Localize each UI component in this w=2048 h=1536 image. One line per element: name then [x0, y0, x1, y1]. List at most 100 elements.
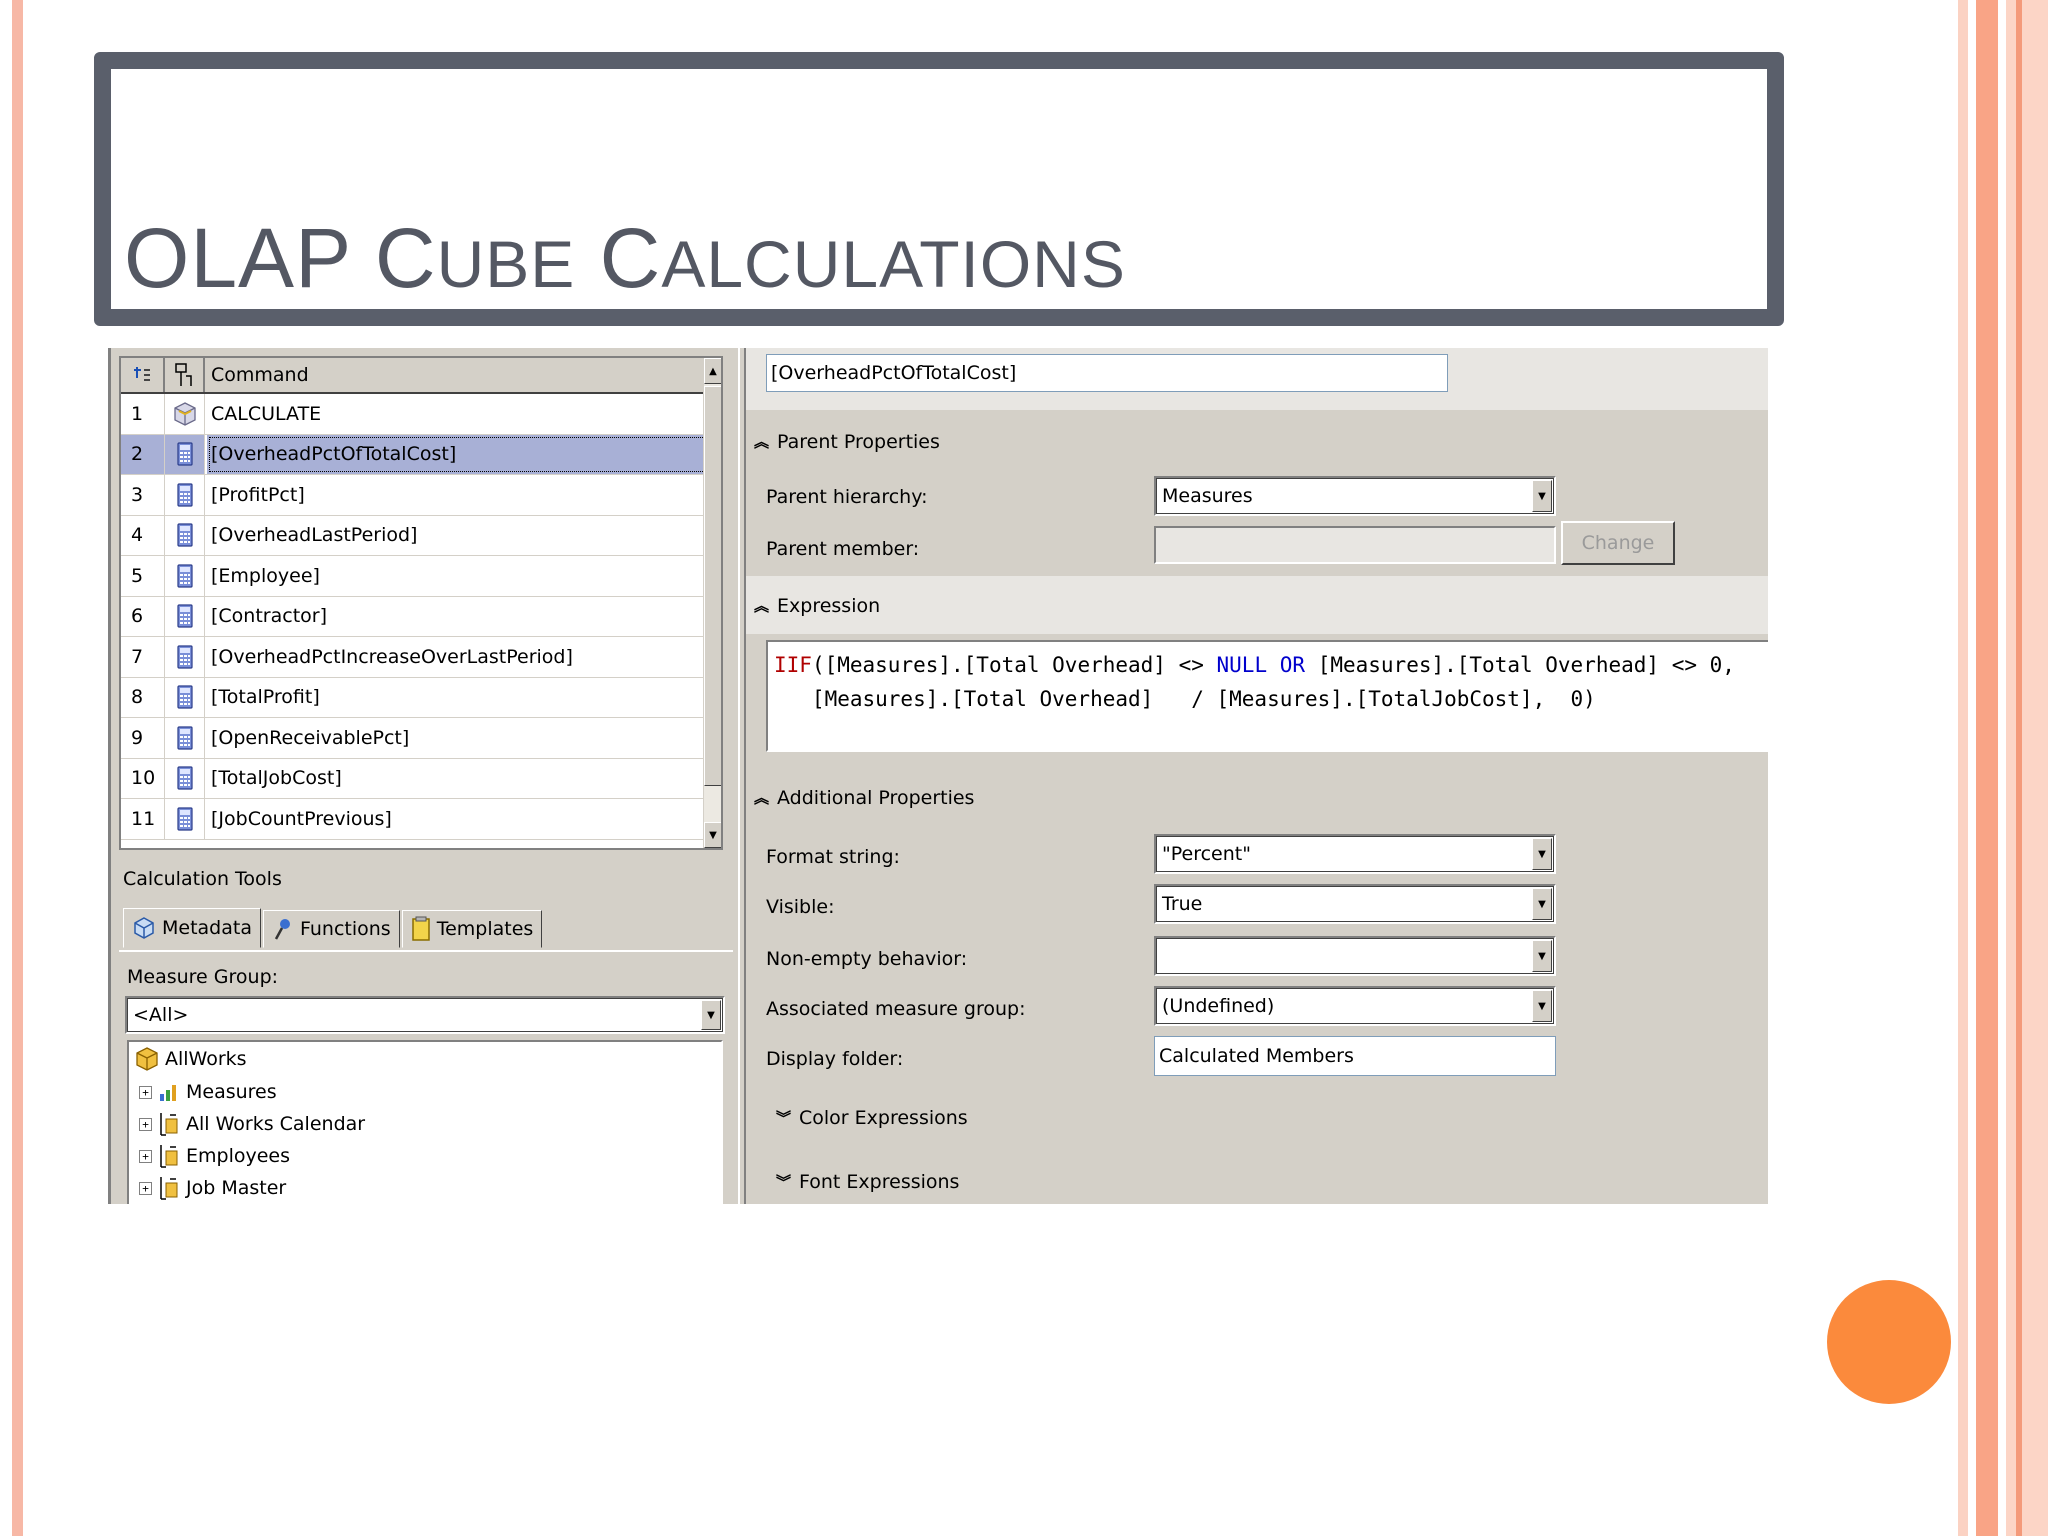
visible-select[interactable]: True ▼: [1154, 884, 1556, 924]
command-column-header[interactable]: Command: [205, 358, 707, 392]
scroll-down-button[interactable]: ▼: [704, 822, 721, 848]
command-cell: [ProfitPct]: [211, 483, 305, 506]
table-row[interactable]: 9 [OpenReceivablePct]: [121, 718, 707, 759]
calculation-name-input[interactable]: [OverheadPctOfTotalCost]: [766, 354, 1448, 392]
dimension-icon: [160, 1145, 178, 1168]
expand-icon[interactable]: +: [139, 1117, 152, 1131]
dimension-icon: [160, 1177, 178, 1200]
visible-label: Visible:: [766, 896, 835, 918]
tree-root[interactable]: AllWorks: [135, 1044, 247, 1074]
tab-label: Functions: [299, 918, 391, 940]
parent-member-label: Parent member:: [766, 538, 920, 560]
associated-measure-group-label: Associated measure group:: [766, 998, 1026, 1020]
format-string-select[interactable]: "Percent" ▼: [1154, 834, 1556, 874]
parent-properties-header[interactable]: ︽ Parent Properties: [746, 416, 1768, 468]
slide-title: OLAP CUBE CALCULATIONS: [124, 211, 1126, 305]
tab-metadata[interactable]: Metadata: [123, 908, 261, 948]
tree-item-job-master[interactable]: + Job Master: [139, 1173, 286, 1203]
expand-icon[interactable]: +: [139, 1085, 152, 1099]
collapse-chevron-icon[interactable]: ︽: [754, 790, 769, 806]
non-empty-behavior-select[interactable]: ▼: [1154, 936, 1556, 976]
expand-chevron-icon[interactable]: ︾: [776, 1174, 791, 1190]
command-cell: [OpenReceivablePct]: [211, 726, 410, 749]
associated-measure-group-value: (Undefined): [1162, 995, 1275, 1017]
parent-hierarchy-select[interactable]: Measures ▼: [1154, 476, 1556, 516]
calculator-icon: [165, 637, 205, 677]
dropdown-arrow-icon[interactable]: ▼: [1532, 990, 1552, 1022]
measure-group-select[interactable]: <All> ▼: [125, 996, 725, 1034]
tree-item-measures[interactable]: + Measures: [139, 1077, 277, 1107]
calculator-icon: [165, 718, 205, 758]
dropdown-arrow-icon[interactable]: ▼: [1532, 838, 1552, 870]
calculator-icon: [165, 556, 205, 596]
additional-properties-header[interactable]: ︽ Additional Properties: [746, 772, 1768, 824]
expand-icon[interactable]: +: [139, 1149, 152, 1163]
command-cell: CALCULATE: [211, 402, 322, 425]
table-row[interactable]: 2 [OverheadPctOfTotalCost]: [121, 434, 707, 475]
tree-item-employees[interactable]: + Employees: [139, 1141, 290, 1171]
collapse-chevron-icon[interactable]: ︽: [754, 434, 769, 450]
command-cell: [TotalProfit]: [211, 686, 320, 709]
row-number: 8: [121, 677, 165, 717]
parent-hierarchy-label: Parent hierarchy:: [766, 486, 928, 508]
expression-header[interactable]: ︽ Expression: [746, 580, 1768, 632]
cube-icon: [136, 1047, 158, 1071]
table-row[interactable]: 7 [OverheadPctIncreaseOverLastPeriod]: [121, 637, 707, 678]
calculator-icon: [165, 677, 205, 717]
command-cell: [OverheadPctOfTotalCost]: [207, 434, 707, 474]
table-row[interactable]: 5 [Employee]: [121, 556, 707, 597]
table-row[interactable]: 11 [JobCountPrevious]: [121, 799, 707, 840]
tree-label: Measures: [186, 1081, 277, 1103]
tab-label: Templates: [436, 918, 534, 940]
scroll-thumb[interactable]: [704, 386, 721, 786]
expand-icon[interactable]: +: [139, 1181, 152, 1195]
section-title: Color Expressions: [799, 1107, 968, 1129]
sort-icon[interactable]: [121, 358, 165, 392]
table-row[interactable]: 10 [TotalJobCost]: [121, 758, 707, 799]
font-expressions-header[interactable]: ︾ Font Expressions: [746, 1156, 1768, 1204]
cube-icon: [165, 394, 205, 434]
tab-templates[interactable]: Templates: [401, 910, 543, 948]
expression-editor[interactable]: IIF([Measures].[Total Overhead] <> NULL …: [766, 640, 1768, 752]
color-expressions-header[interactable]: ︾ Color Expressions: [746, 1092, 1768, 1144]
right-accent-band: [1958, 0, 1968, 1536]
calculation-properties-pane: [OverheadPctOfTotalCost] ︽ Parent Proper…: [746, 348, 1768, 1204]
associated-measure-group-select[interactable]: (Undefined) ▼: [1154, 986, 1556, 1026]
tab-functions[interactable]: Functions: [262, 910, 400, 948]
calculator-icon: [165, 515, 205, 555]
measure-group-value: <All>: [133, 1004, 189, 1026]
table-row[interactable]: 4 [OverheadLastPeriod]: [121, 515, 707, 556]
calculation-tools-title: Calculation Tools: [123, 868, 282, 890]
row-number: 2: [121, 434, 165, 474]
dropdown-arrow-icon[interactable]: ▼: [1532, 940, 1552, 972]
command-cell: [Employee]: [211, 564, 320, 587]
collapse-chevron-icon[interactable]: ︽: [754, 598, 769, 614]
display-folder-input[interactable]: Calculated Members: [1154, 1036, 1556, 1076]
table-row[interactable]: 8 [TotalProfit]: [121, 677, 707, 718]
expand-chevron-icon[interactable]: ︾: [776, 1110, 791, 1126]
grid-scrollbar[interactable]: ▲ ▼: [703, 358, 721, 848]
dropdown-arrow-icon[interactable]: ▼: [1532, 480, 1552, 512]
dimension-icon: [160, 1113, 178, 1136]
section-title: Font Expressions: [799, 1171, 960, 1193]
non-empty-behavior-label: Non-empty behavior:: [766, 948, 968, 970]
expr-line: [Measures].[Total Overhead] / [Measures]…: [774, 687, 1596, 711]
table-row[interactable]: 1 CALCULATE: [121, 394, 707, 435]
tree-label: Employees: [186, 1145, 290, 1167]
measures-icon: [160, 1085, 176, 1101]
format-string-value: "Percent": [1162, 843, 1251, 865]
tree-label: AllWorks: [165, 1048, 247, 1070]
change-button[interactable]: Change: [1561, 521, 1675, 565]
row-number: 9: [121, 718, 165, 758]
command-type-icon[interactable]: [165, 358, 205, 392]
row-number: 5: [121, 556, 165, 596]
dropdown-arrow-icon[interactable]: ▼: [701, 1000, 721, 1030]
calculator-icon: [165, 799, 205, 839]
table-row[interactable]: 6 [Contractor]: [121, 596, 707, 637]
scroll-up-button[interactable]: ▲: [704, 358, 721, 384]
metadata-icon: [134, 917, 154, 939]
dropdown-arrow-icon[interactable]: ▼: [1532, 888, 1552, 920]
table-row[interactable]: 3 [ProfitPct]: [121, 475, 707, 516]
tree-item-calendar[interactable]: + All Works Calendar: [139, 1109, 365, 1139]
pane-splitter[interactable]: [738, 348, 746, 1204]
